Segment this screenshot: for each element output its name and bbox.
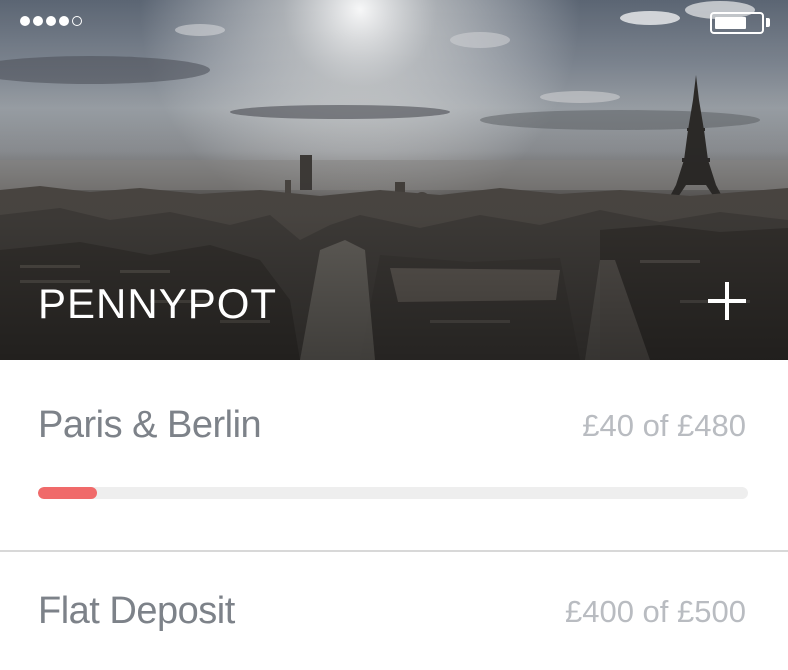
signal-dot [46, 16, 56, 26]
plus-icon [708, 282, 746, 320]
pot-name: Flat Deposit [38, 590, 235, 632]
signal-dot [33, 16, 43, 26]
add-pot-button[interactable] [706, 280, 748, 322]
battery-icon [710, 12, 764, 34]
pot-name: Paris & Berlin [38, 404, 262, 446]
pot-item-flat-deposit[interactable]: Flat Deposit £400 of £500 [0, 552, 788, 670]
app-title: PENNYPOT [38, 280, 278, 327]
battery-tip [766, 18, 770, 27]
battery-level [715, 17, 746, 29]
header-image: PENNYPOT [0, 0, 788, 360]
pot-amount: £40 of £480 [582, 408, 746, 443]
pot-progress-fill [38, 487, 98, 499]
pot-progress-bar [38, 487, 748, 499]
signal-dot [59, 16, 69, 26]
signal-dot-empty [72, 16, 82, 26]
signal-strength-indicator [20, 16, 82, 26]
signal-dot [20, 16, 30, 26]
pot-item-paris-berlin[interactable]: Paris & Berlin £40 of £480 [0, 360, 788, 552]
pot-amount: £400 of £500 [564, 594, 746, 629]
